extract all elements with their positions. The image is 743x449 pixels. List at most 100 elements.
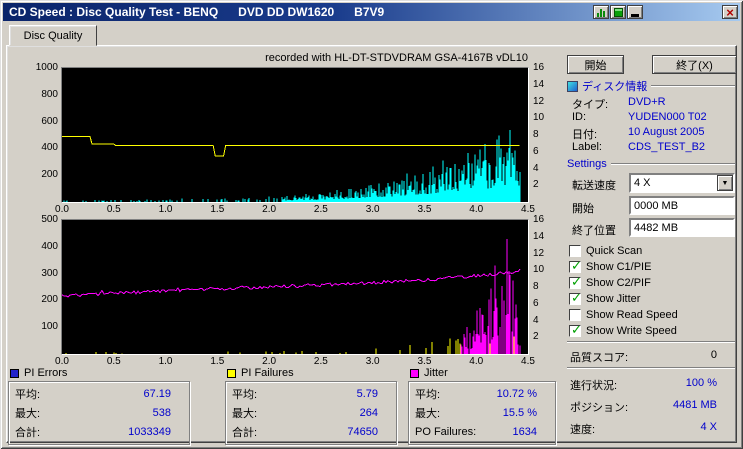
stat-label: PO Failures: xyxy=(415,425,477,438)
info-value: DVD+R xyxy=(628,96,666,108)
x-axis-tick: 2.0 xyxy=(262,204,277,215)
divider xyxy=(567,341,735,343)
start-button[interactable]: 開始 xyxy=(567,55,624,74)
recorded-with-note: recorded with HL-DT-STDVDRAM GSA-4167B v… xyxy=(265,52,528,64)
jitter-stats-box: Jitter 平均: 10.72 % 最大: 15.5 % PO Failures:… xyxy=(408,367,556,445)
speed-y-axis-tick: 14 xyxy=(533,230,545,242)
checkbox-box[interactable] xyxy=(569,309,581,321)
checkbox-label: Show Jitter xyxy=(586,293,641,305)
checkbox-box[interactable] xyxy=(569,245,581,257)
info-value: 10 August 2005 xyxy=(628,126,705,138)
title-bar[interactable]: CD Speed : Disc Quality Test - BENQ DVD … xyxy=(3,3,740,21)
jitter-values: 平均: 10.72 % 最大: 15.5 % PO Failures: 1634 xyxy=(408,381,556,445)
stat-label: 平均: xyxy=(15,388,41,401)
checkbox-box[interactable]: ✓ xyxy=(569,322,582,337)
chevron-down-icon[interactable]: ▼ xyxy=(717,175,733,191)
speed-row: 速度: 4 X xyxy=(570,421,717,437)
checkbox-label: Show C1/PIE xyxy=(586,261,652,273)
pi-errors-values: 平均: 67.19 最大: 538 合計: 1033349 xyxy=(8,381,190,445)
info-label: タイプ: xyxy=(572,99,609,111)
x-axis-tick: 4.5 xyxy=(521,356,535,367)
x-axis-tick: 3.0 xyxy=(365,204,380,215)
disc-label-row: Label: CDS_TEST_B2 xyxy=(572,141,705,154)
pie-y-axis-tick: 200 xyxy=(41,169,58,181)
pif-y-axis-tick: 400 xyxy=(41,240,58,252)
checkbox-show-c2-pif[interactable]: ✓ Show C2/PIF xyxy=(569,274,651,290)
x-axis-tick: 2.0 xyxy=(262,356,277,367)
x-axis-tick: 1.0 xyxy=(158,356,173,367)
pi-failures-values: 平均: 5.79 最大: 264 合計: 74650 xyxy=(225,381,397,445)
x-axis-tick: 3.5 xyxy=(417,356,432,367)
speed-y-axis-tick: 8 xyxy=(533,129,539,140)
pi-errors-legend: PI Errors xyxy=(8,367,190,379)
check-mark: ✓ xyxy=(571,274,582,289)
x-axis-tick: 1.0 xyxy=(158,204,173,215)
book-icon xyxy=(613,7,623,17)
close-button[interactable]: × xyxy=(722,5,738,19)
info-label: ID: xyxy=(572,111,587,123)
book-icon-button[interactable] xyxy=(610,5,626,19)
checkbox-box[interactable]: ✓ xyxy=(569,274,582,289)
checkbox-quick-scan[interactable]: Quick Scan xyxy=(569,244,642,258)
speed-y-axis-tick: 4 xyxy=(533,314,539,326)
pi-failures-legend: PI Failures xyxy=(225,367,397,379)
checkbox-show-jitter[interactable]: ✓ Show Jitter xyxy=(569,290,641,306)
stat-value: 67.19 xyxy=(143,387,171,400)
quality-score-label: 品質スコア: xyxy=(570,352,629,364)
progress-value: 100 % xyxy=(685,377,717,389)
end-position-input[interactable] xyxy=(629,218,735,237)
end-position-label: 終了位置 xyxy=(572,225,616,237)
checkbox-show-write-speed[interactable]: ✓ Show Write Speed xyxy=(569,322,677,338)
checkbox-box[interactable]: ✓ xyxy=(569,290,582,305)
stat-value: 538 xyxy=(152,406,171,419)
speed-y-axis-tick: 12 xyxy=(533,247,545,259)
stat-label: 最大: xyxy=(232,407,258,420)
pie-y-axis-tick: 400 xyxy=(41,142,58,154)
pie-y-axis-tick: 800 xyxy=(41,88,58,100)
speed-y-axis-tick: 8 xyxy=(533,281,539,292)
info-label: 日付: xyxy=(572,129,598,141)
checkbox-show-c1-pie[interactable]: ✓ Show C1/PIE xyxy=(569,258,652,274)
checkbox-show-read-speed[interactable]: Show Read Speed xyxy=(569,308,678,322)
checkbox-label: Show Read Speed xyxy=(586,309,678,321)
jitter-swatch xyxy=(410,368,419,378)
minimize-button[interactable] xyxy=(627,5,643,19)
speed-status-value: 4 X xyxy=(700,421,717,433)
speed-status-label: 速度: xyxy=(570,424,596,436)
pie-y-axis-tick: 600 xyxy=(41,115,58,127)
speed-y-axis-tick: 2 xyxy=(533,331,539,343)
exit-button[interactable]: 終了(X) xyxy=(652,55,737,74)
stat-value: 74650 xyxy=(347,425,378,438)
speed-y-axis-tick: 2 xyxy=(533,179,539,191)
info-label: Label: xyxy=(572,141,602,153)
speed-y-axis-tick: 6 xyxy=(533,297,539,309)
position-row: ポジション: 4481 MB xyxy=(570,399,717,415)
start-position-input[interactable] xyxy=(629,196,735,215)
disc-icon xyxy=(567,80,578,92)
checkbox-label: Show Write Speed xyxy=(586,325,677,337)
jitter-legend: Jitter xyxy=(408,367,556,379)
x-axis-tick: 0.5 xyxy=(106,204,121,215)
speed-combobox[interactable]: 4 X ▼ xyxy=(629,173,735,193)
x-axis-tick: 1.5 xyxy=(210,204,225,215)
tab-disc-quality[interactable]: Disc Quality xyxy=(9,25,97,46)
stat-value: 15.5 % xyxy=(502,406,537,419)
pi-errors-chart xyxy=(61,67,529,203)
app-window: CD Speed : Disc Quality Test - BENQ DVD … xyxy=(0,0,743,449)
pi-errors-swatch xyxy=(10,368,19,378)
x-axis-tick: 2.5 xyxy=(313,356,328,367)
x-axis-tick: 1.5 xyxy=(210,356,225,367)
checkbox-box[interactable]: ✓ xyxy=(569,258,582,273)
chart-icon-button[interactable] xyxy=(593,5,609,19)
stat-label: 最大: xyxy=(15,407,41,420)
close-icon: × xyxy=(726,4,734,20)
x-axis-tick: 0.5 xyxy=(106,356,121,367)
window-title: CD Speed : Disc Quality Test - BENQ DVD … xyxy=(9,5,385,19)
legend-title: PI Failures xyxy=(241,367,294,379)
legend-title: PI Errors xyxy=(24,367,68,379)
disc-info-section-header: ディスク情報 xyxy=(567,80,735,93)
position-label: ポジション: xyxy=(570,402,629,414)
x-axis-tick: 4.0 xyxy=(469,356,484,367)
divider xyxy=(651,85,735,87)
stat-value: 1634 xyxy=(512,425,537,438)
